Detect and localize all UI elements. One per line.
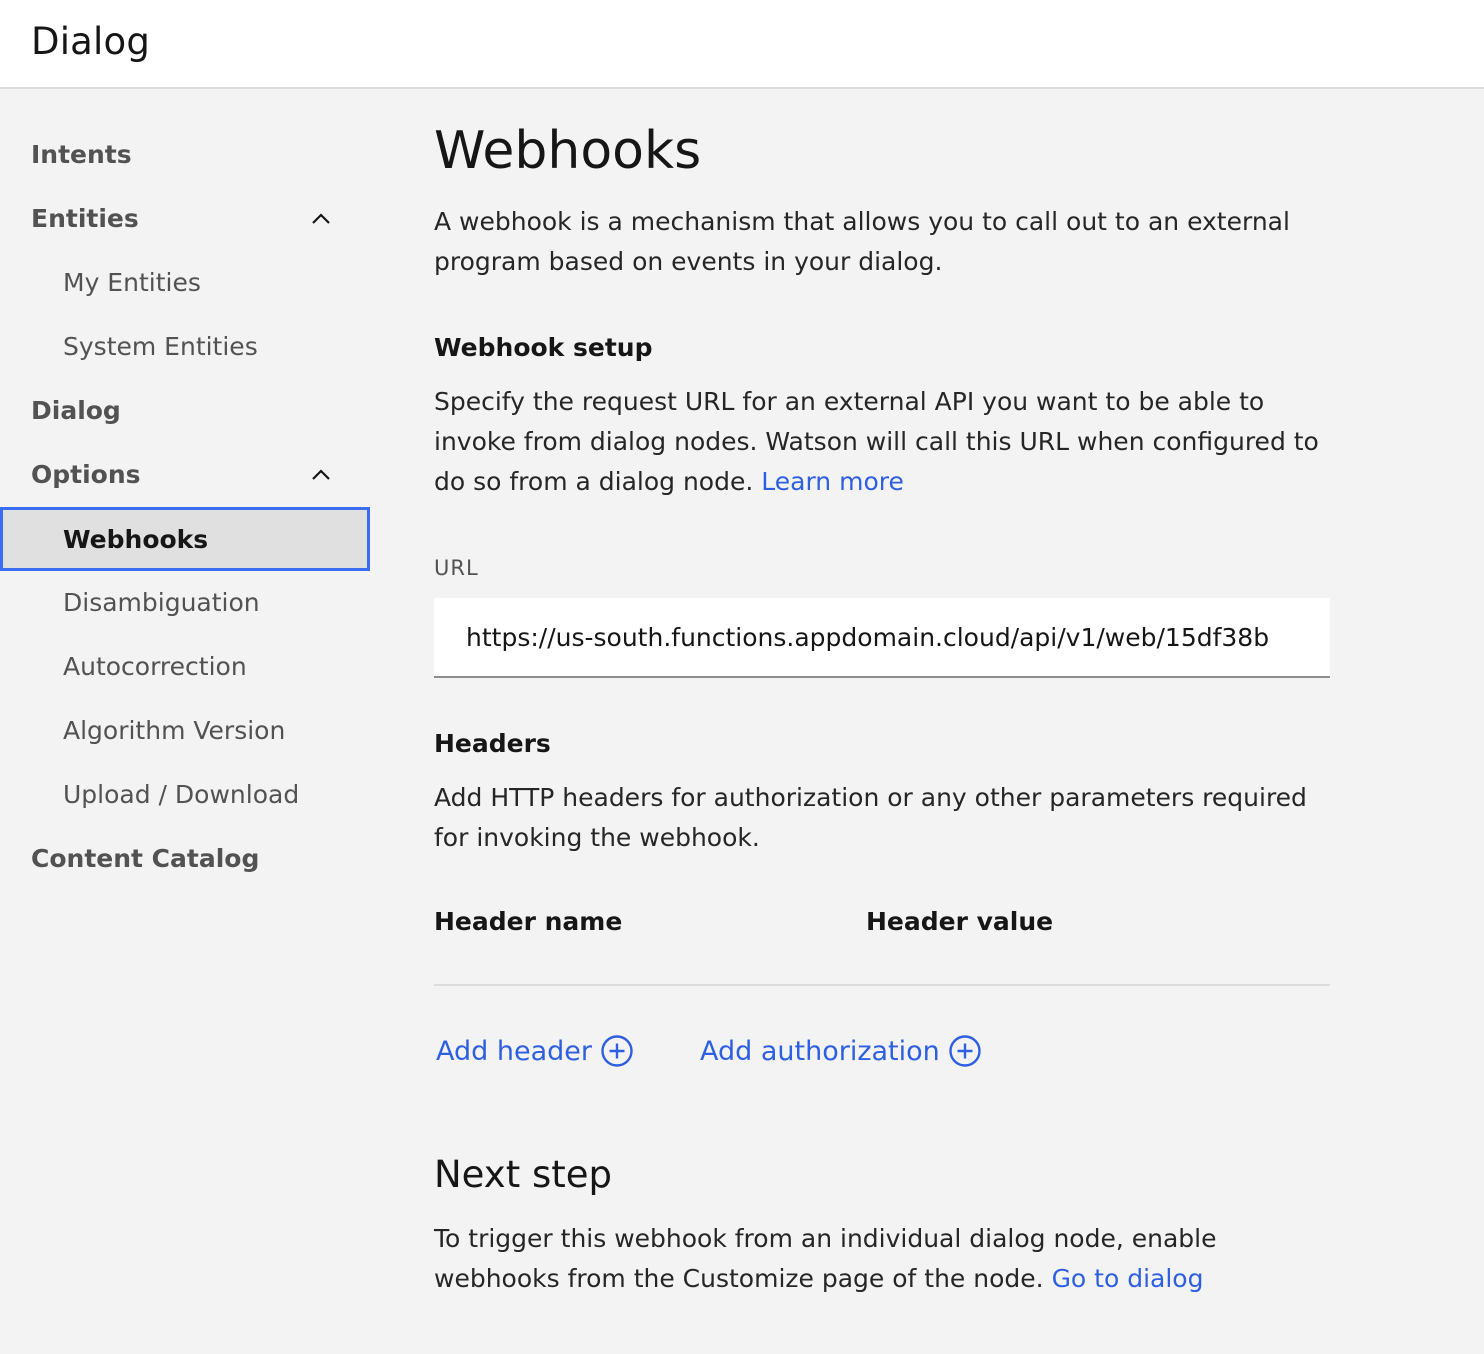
sidebar-item-disambiguation[interactable]: Disambiguation [0, 571, 370, 633]
sidebar-item-label: Upload / Download [63, 779, 300, 809]
header-value-column: Header value [866, 907, 1054, 936]
url-input[interactable] [434, 598, 1330, 678]
sidebar-item-label: Content Catalog [31, 843, 260, 873]
url-label: URL [434, 556, 479, 580]
sidebar-item-label: Autocorrection [63, 651, 247, 681]
sidebar-item-label: System Entities [63, 331, 258, 361]
sidebar-item-intents[interactable]: Intents [0, 123, 370, 185]
webhook-setup-heading: Webhook setup [434, 333, 653, 362]
add-circle-icon [949, 1035, 981, 1067]
sidebar: Intents Entities My Entities System Enti… [0, 89, 372, 1354]
sidebar-item-webhooks[interactable]: Webhooks [0, 507, 370, 571]
next-step-heading: Next step [434, 1153, 612, 1196]
sidebar-item-content-catalog[interactable]: Content Catalog [0, 827, 370, 889]
chevron-up-icon[interactable] [308, 462, 334, 488]
sidebar-item-algorithm-version[interactable]: Algorithm Version [0, 699, 370, 761]
go-to-dialog-link[interactable]: Go to dialog [1052, 1264, 1204, 1293]
intro-text: A webhook is a mechanism that allows you… [434, 207, 1290, 276]
add-circle-icon [601, 1035, 633, 1067]
webhook-setup-text: Specify the request URL for an external … [434, 382, 1324, 502]
headers-divider [434, 984, 1330, 986]
sidebar-item-label: Dialog [31, 395, 121, 425]
add-authorization-button[interactable]: Add authorization [700, 1034, 982, 1068]
learn-more-link[interactable]: Learn more [761, 467, 904, 496]
add-header-button[interactable]: Add header [436, 1034, 634, 1068]
sidebar-item-label: Options [31, 459, 141, 489]
sidebar-item-options[interactable]: Options [0, 443, 370, 505]
headers-text: Add HTTP headers for authorization or an… [434, 783, 1307, 852]
sidebar-item-label: My Entities [63, 267, 201, 297]
top-bar: Dialog [0, 0, 1484, 89]
sidebar-item-label: Entities [31, 203, 139, 233]
page-header-title: Dialog [31, 20, 151, 63]
sidebar-item-upload-download[interactable]: Upload / Download [0, 763, 370, 825]
sidebar-item-autocorrection[interactable]: Autocorrection [0, 635, 370, 697]
add-authorization-label: Add authorization [700, 1035, 940, 1067]
sidebar-item-label: Algorithm Version [63, 715, 286, 745]
next-step-text: To trigger this webhook from an individu… [434, 1219, 1294, 1299]
sidebar-item-label: Webhooks [63, 524, 209, 554]
sidebar-item-dialog[interactable]: Dialog [0, 379, 370, 441]
header-name-column: Header name [434, 907, 623, 936]
sidebar-item-label: Disambiguation [63, 587, 260, 617]
headers-heading: Headers [434, 729, 551, 758]
page-title: Webhooks [434, 121, 702, 181]
sidebar-item-entities[interactable]: Entities [0, 187, 370, 249]
sidebar-item-label: Intents [31, 139, 132, 169]
chevron-up-icon[interactable] [308, 206, 334, 232]
sidebar-item-my-entities[interactable]: My Entities [0, 251, 370, 313]
sidebar-item-system-entities[interactable]: System Entities [0, 315, 370, 377]
add-header-label: Add header [436, 1035, 592, 1067]
